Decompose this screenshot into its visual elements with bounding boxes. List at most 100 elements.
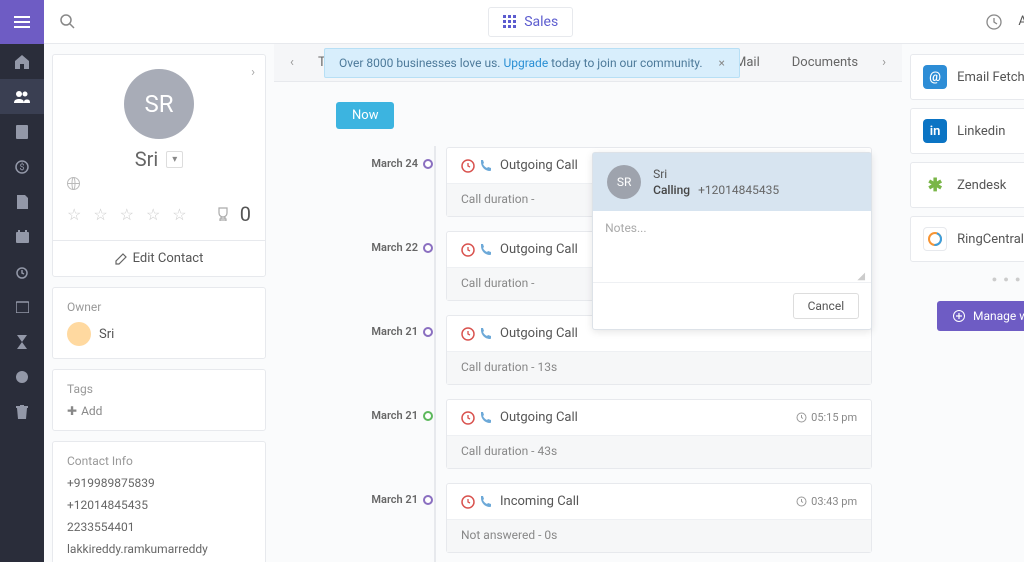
sidebar-item-trash[interactable]	[0, 394, 44, 429]
manage-widgets-label: Manage widgets	[973, 309, 1024, 323]
right-column: @ Email Fetch inLinkedin ✱ Zendesk RingCentra…	[902, 44, 1024, 562]
name-caret[interactable]: ▾	[166, 151, 183, 168]
middle-column: ‹ TimelineNotesEventsTasksDealsCasesMail…	[274, 44, 902, 562]
sidebar-item-companies[interactable]	[0, 114, 44, 149]
call-notes-input[interactable]	[593, 211, 871, 267]
profile-card: › SR Sri ▾ ☆ ☆ ☆ ☆ ☆	[52, 54, 266, 277]
tab-nav-next[interactable]: ›	[874, 55, 894, 70]
phone-icon	[479, 243, 492, 256]
tags-card: Tags ✚ Add	[52, 369, 266, 431]
contact-info-card: Contact Info +919989875839+1201484543522…	[52, 441, 266, 562]
left-column: › SR Sri ▾ ☆ ☆ ☆ ☆ ☆	[44, 44, 274, 562]
clock-icon	[461, 327, 475, 341]
timeline-time: 03:43 pm	[796, 495, 857, 508]
timeline-date: March 22	[324, 231, 418, 254]
owner-name: Sri	[99, 327, 114, 342]
timeline-card[interactable]: Outgoing Call05:15 pmCall duration - 43s	[446, 399, 872, 469]
timeline-title: Outgoing Call	[500, 410, 578, 425]
history-icon[interactable]	[986, 14, 1002, 30]
tabs-row: ‹ TimelineNotesEventsTasksDealsCasesMail…	[274, 44, 902, 82]
widget-name: RingCentral	[957, 232, 1024, 247]
clock-icon	[461, 243, 475, 257]
small-clock-icon	[796, 496, 807, 507]
widget-drag-handle: ● ● ●	[910, 270, 1024, 289]
widget-name: Zendesk	[957, 178, 1006, 193]
add-dropdown[interactable]: Add ▾	[1018, 14, 1024, 29]
banner-close-icon[interactable]: ×	[719, 56, 725, 70]
timeline-date: March 21	[324, 483, 418, 506]
contact-info-item[interactable]: +12014845435	[67, 498, 251, 512]
zendesk-icon: ✱	[923, 173, 947, 197]
timeline-title: Incoming Call	[500, 494, 579, 509]
owner-label: Owner	[67, 300, 251, 314]
timeline-item: March 21 Incoming Call 03:43 pm Not answere…	[324, 483, 872, 553]
manage-widgets-button[interactable]: Manage widgets	[937, 301, 1024, 331]
sidebar-item-reports[interactable]	[0, 359, 44, 394]
calling-popover: SR Sri Calling +12014845435 ◢ Cancel	[592, 152, 872, 330]
timeline-card[interactable]: Incoming Call 03:43 pm Not answered - 0s	[446, 483, 872, 553]
call-status: Calling	[653, 183, 690, 197]
call-number: +12014845435	[698, 183, 779, 197]
sidebar-item-contacts[interactable]	[0, 79, 44, 114]
call-avatar: SR	[607, 165, 641, 199]
timeline-date: March 21	[324, 315, 418, 338]
timeline-dot	[423, 327, 433, 337]
email-icon: @	[923, 65, 947, 89]
topbar: Sales Add ▾	[44, 0, 1024, 44]
clock-icon	[461, 411, 475, 425]
sidebar-item-hourglass[interactable]	[0, 324, 44, 359]
tab-nav-prev[interactable]: ‹	[282, 55, 302, 70]
timeline-dot	[423, 411, 433, 421]
sidebar-item-cal2[interactable]	[0, 289, 44, 324]
sidebar-item-deals[interactable]: $	[0, 149, 44, 184]
small-clock-icon	[796, 412, 807, 423]
module-switcher[interactable]: Sales	[488, 7, 573, 37]
timeline-date: March 21	[324, 399, 418, 422]
phone-icon	[479, 159, 492, 172]
trophy-count: 0	[240, 202, 251, 226]
banner-text-before: Over 8000 businesses love us.	[339, 56, 503, 70]
call-contact-name: Sri	[653, 167, 779, 181]
sidebar-item-alarm[interactable]	[0, 254, 44, 289]
widget-zendesk[interactable]: ✱ Zendesk	[910, 162, 1024, 208]
timeline-body: Not answered - 0s	[447, 519, 871, 552]
search-icon[interactable]	[60, 14, 75, 29]
add-tag-label: Add	[81, 404, 102, 418]
sidebar-item-docs[interactable]	[0, 184, 44, 219]
contact-info-item[interactable]: lakkireddy.ramkumarreddy	[67, 542, 251, 556]
timeline-title: Outgoing Call	[500, 158, 578, 173]
sidebar-item-calendar[interactable]	[0, 219, 44, 254]
ringcentral-icon	[923, 227, 947, 251]
timeline-date: March 24	[324, 147, 418, 170]
timeline-item: March 21 Outgoing Call05:15 pmCall durati…	[324, 399, 872, 469]
phone-icon	[479, 411, 492, 424]
cancel-button[interactable]: Cancel	[793, 293, 860, 319]
timeline-title: Outgoing Call	[500, 326, 578, 341]
edit-contact-label: Edit Contact	[133, 251, 204, 266]
now-badge[interactable]: Now	[336, 102, 394, 129]
resize-handle-icon: ◢	[593, 271, 871, 282]
timeline-dot	[423, 495, 433, 505]
widget-ringcentral[interactable]: RingCentral	[910, 216, 1024, 262]
contact-name: Sri	[135, 147, 159, 171]
edit-contact-button[interactable]: Edit Contact	[53, 240, 265, 276]
contact-info-item[interactable]: +919989875839	[67, 476, 251, 490]
module-label: Sales	[524, 14, 558, 30]
chevron-right-icon[interactable]: ›	[251, 65, 255, 80]
timeline-title: Outgoing Call	[500, 242, 578, 257]
add-tag-button[interactable]: ✚ Add	[67, 404, 251, 418]
rating-stars[interactable]: ☆ ☆ ☆ ☆ ☆	[67, 205, 191, 224]
tab-documents[interactable]: Documents	[776, 44, 874, 82]
clock-icon	[461, 159, 475, 173]
upgrade-link[interactable]: Upgrade	[503, 56, 548, 70]
widget-email[interactable]: @ Email Fetch	[910, 54, 1024, 100]
widget-name: Email Fetch	[957, 70, 1024, 85]
grid-icon	[503, 15, 516, 28]
sidebar-item-home[interactable]	[0, 44, 44, 79]
upgrade-banner: Over 8000 businesses love us. Upgrade to…	[324, 48, 740, 78]
phone-icon	[479, 327, 492, 340]
widget-linkedin[interactable]: inLinkedin	[910, 108, 1024, 154]
hamburger-menu[interactable]	[0, 0, 44, 44]
contact-info-item[interactable]: 2233554401	[67, 520, 251, 534]
svg-text:$: $	[19, 162, 24, 173]
